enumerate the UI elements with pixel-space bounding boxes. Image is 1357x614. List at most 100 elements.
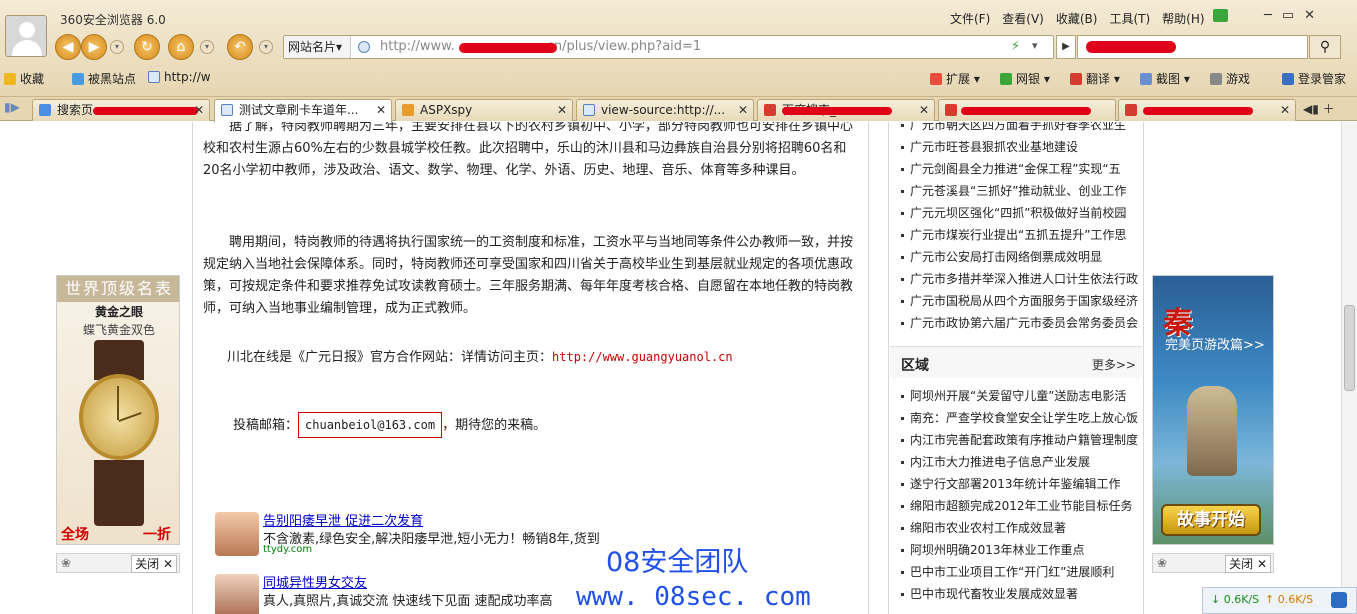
news-link[interactable]: 广元市国税局从四个方面服务于国家级经济 bbox=[890, 290, 1142, 312]
close-tab-icon[interactable]: ✕ bbox=[376, 100, 386, 120]
news-link[interactable]: 南充：严查学校食堂安全让学生吃上放心饭 bbox=[890, 407, 1142, 429]
back-button[interactable]: ◀ bbox=[55, 34, 81, 60]
screenshot-button[interactable]: 截图 ▾ bbox=[1140, 70, 1190, 87]
login-manager-button[interactable]: 登录管家 bbox=[1282, 70, 1346, 87]
watch-hand bbox=[117, 386, 119, 420]
tab-aspxspy[interactable]: ASPXspy ✕ bbox=[395, 99, 573, 121]
news-link[interactable]: 广元市政协第六届广元市委员会常务委员会 bbox=[890, 312, 1142, 334]
globe-icon bbox=[358, 41, 370, 53]
close-tab-icon[interactable]: ✕ bbox=[919, 100, 929, 120]
ad-description: 真人,真照片,真诚交流 快速线下见面 速配成功率高 bbox=[263, 594, 553, 609]
extend-button[interactable]: 扩展 ▾ bbox=[930, 70, 980, 87]
home-button[interactable]: ⌂ bbox=[168, 34, 194, 60]
favorites-button[interactable]: 收藏 bbox=[4, 70, 44, 87]
news-link[interactable]: 巴中市现代畜牧业发展成效显著 bbox=[890, 583, 1142, 605]
homepage-link[interactable]: http://www.guangyuanol.cn bbox=[552, 350, 733, 364]
search-input[interactable] bbox=[1077, 35, 1308, 59]
text-ad[interactable]: 同城异性男女交友 真人,真照片,真诚交流 快速线下见面 速配成功率高 bbox=[215, 574, 635, 614]
skin-icon[interactable] bbox=[1213, 9, 1228, 22]
news-link[interactable]: 阿坝州开展“关爱留守儿童”送励志电影活 bbox=[890, 385, 1142, 407]
maximize-button[interactable]: ▭ bbox=[1282, 8, 1294, 23]
menu-view[interactable]: 查看(V) bbox=[1002, 10, 1044, 27]
watch-ad-subtitle: 蝶飞黄金双色 bbox=[82, 323, 155, 337]
address-bar[interactable]: 网站名片▾ http://www. cn/plus/view.php?aid=1 … bbox=[283, 35, 1054, 59]
sidebar-toggle-icon[interactable]: ▮▶ bbox=[4, 100, 20, 114]
news-link[interactable]: 广元市煤炭行业提出“五抓五提升”工作思 bbox=[890, 224, 1142, 246]
news-link[interactable]: 广元市多措并举深入推进人口计生依法行政 bbox=[890, 268, 1142, 290]
favorites-label: 收藏 bbox=[20, 72, 45, 86]
news-link[interactable]: 广元市旺苍县狠抓农业基地建设 bbox=[890, 136, 1142, 158]
address-dropdown-icon[interactable]: ▾ bbox=[1032, 39, 1038, 52]
news-link[interactable]: 广元市朝天区四方面着手抓好春季农业生 bbox=[890, 122, 1142, 136]
close-tab-icon[interactable]: ✕ bbox=[738, 100, 748, 120]
tab-search[interactable]: 搜索页 ✕ bbox=[32, 99, 210, 121]
paw-icon: ❀ bbox=[61, 556, 72, 570]
shield-icon bbox=[1000, 73, 1012, 85]
fav-item-hacked-sites[interactable]: 被黑站点 bbox=[72, 70, 136, 87]
submission-email[interactable]: chuanbeiol@163.com bbox=[298, 412, 443, 438]
close-ad-button[interactable]: 关闭 ✕ bbox=[131, 555, 177, 573]
ad-title-link[interactable]: 告别阳痿早泄 促进二次发育 bbox=[263, 510, 423, 529]
avatar-head bbox=[19, 22, 35, 38]
new-tab-icon[interactable]: ＋ bbox=[1323, 102, 1335, 116]
site-card-button[interactable]: 网站名片▾ bbox=[284, 36, 351, 58]
text-ad[interactable]: 告别阳痿早泄 促进二次发育 不含激素,绿色安全,解决阳痿早泄,短小无力！畅销8年… bbox=[215, 512, 635, 556]
tab-redacted-2[interactable]: ✕ bbox=[1118, 99, 1296, 121]
undo-close-button[interactable]: ↶ bbox=[227, 34, 253, 60]
close-window-button[interactable]: ✕ bbox=[1304, 8, 1315, 23]
news-link[interactable]: 绵阳市超额完成2012年工业节能目标任务 bbox=[890, 495, 1142, 517]
refresh-button[interactable]: ↻ bbox=[134, 34, 160, 60]
netbank-button[interactable]: 网银 ▾ bbox=[1000, 70, 1050, 87]
news-link[interactable]: 广元剑阁县全力推进“金保工程”实现“五 bbox=[890, 158, 1142, 180]
tab-view-source[interactable]: view-source:http://... ✕ bbox=[576, 99, 754, 121]
news-link[interactable]: 内江市完善配套政策有序推动户籍管理制度 bbox=[890, 429, 1142, 451]
restore-tab-icon[interactable]: ◀▮ bbox=[1303, 102, 1319, 116]
menu-tools[interactable]: 工具(T) bbox=[1109, 10, 1150, 27]
ad-title-link[interactable]: 同城异性男女交友 bbox=[263, 572, 367, 591]
close-tab-icon[interactable]: ✕ bbox=[1280, 100, 1290, 120]
fav-item-label: 被黑站点 bbox=[88, 72, 137, 86]
forward-button[interactable]: ▶ bbox=[81, 34, 107, 60]
news-link[interactable]: 广元元坝区强化“四抓”积极做好当前校园 bbox=[890, 202, 1142, 224]
news-link[interactable]: 巴中市工业项目工作“开门红”进展顺利 bbox=[890, 561, 1142, 583]
history-dropdown-icon[interactable]: ▾ bbox=[110, 40, 124, 54]
ad-description: 不含激素,绿色安全,解决阳痿早泄,短小无力！畅销8年,货到 bbox=[263, 532, 600, 547]
scissors-icon bbox=[1140, 73, 1152, 85]
games-button[interactable]: 游戏 bbox=[1210, 70, 1250, 87]
undo-dropdown-icon[interactable]: ▾ bbox=[259, 40, 273, 54]
home-dropdown-icon[interactable]: ▾ bbox=[200, 40, 214, 54]
news-link[interactable]: 内江市大力推进电子信息产业发展 bbox=[890, 451, 1142, 473]
tab-redacted-1[interactable] bbox=[938, 99, 1116, 121]
scrollbar-thumb[interactable] bbox=[1344, 305, 1355, 391]
speed-mode-icon[interactable]: ⚡ bbox=[1011, 39, 1020, 54]
tab-baidu[interactable]: 百度搜索_ ✕ bbox=[757, 99, 935, 121]
search-icon[interactable]: ⚲ bbox=[1309, 35, 1341, 59]
news-link[interactable]: 广元市公安局打击网络倒票成效明显 bbox=[890, 246, 1142, 268]
menu-favorites[interactable]: 收藏(B) bbox=[1056, 10, 1098, 27]
translate-button[interactable]: 翻译 ▾ bbox=[1070, 70, 1120, 87]
watch-banner-ad[interactable]: 世界顶级名表 黄金之眼 蝶飞黄金双色 全场 一折 bbox=[56, 275, 180, 545]
user-avatar[interactable] bbox=[5, 15, 47, 57]
news-link[interactable]: 遂宁行文部署2013年统计年鉴编辑工作 bbox=[890, 473, 1142, 495]
tab-favicon bbox=[1125, 104, 1137, 116]
ad-thumbnail[interactable] bbox=[215, 512, 259, 556]
ad-thumbnail[interactable] bbox=[215, 574, 259, 614]
game-banner-ad[interactable]: 秦 完美页游改篇>> 故事开始 bbox=[1152, 275, 1274, 545]
vertical-scrollbar[interactable] bbox=[1341, 122, 1357, 614]
menu-help[interactable]: 帮助(H) bbox=[1162, 10, 1204, 27]
news-link[interactable]: 广元苍溪县“三抓好”推动就业、创业工作 bbox=[890, 180, 1142, 202]
go-button[interactable]: ▶ bbox=[1056, 35, 1076, 59]
region-more-link[interactable]: 更多>> bbox=[1092, 356, 1136, 373]
news-list-top: 广元市朝天区四方面着手抓好春季农业生 广元市旺苍县狠抓农业基地建设 广元剑阁县全… bbox=[890, 122, 1142, 334]
fav-item-url[interactable]: http://w bbox=[148, 70, 211, 84]
minimize-button[interactable]: ─ bbox=[1264, 8, 1272, 23]
news-link[interactable]: 绵阳市农业农村工作成效显著 bbox=[890, 517, 1142, 539]
close-ad-button[interactable]: 关闭 ✕ bbox=[1225, 555, 1271, 573]
tab-article[interactable]: 测试文章刷卡车道年... ✕ bbox=[214, 99, 392, 122]
close-tab-icon[interactable]: ✕ bbox=[194, 100, 204, 120]
game-start-button[interactable]: 故事开始 bbox=[1161, 504, 1261, 536]
news-link[interactable]: 阿坝州明确2013年林业工作重点 bbox=[890, 539, 1142, 561]
network-monitor-icon[interactable] bbox=[1331, 592, 1347, 608]
close-tab-icon[interactable]: ✕ bbox=[557, 100, 567, 120]
menu-file[interactable]: 文件(F) bbox=[950, 10, 990, 27]
